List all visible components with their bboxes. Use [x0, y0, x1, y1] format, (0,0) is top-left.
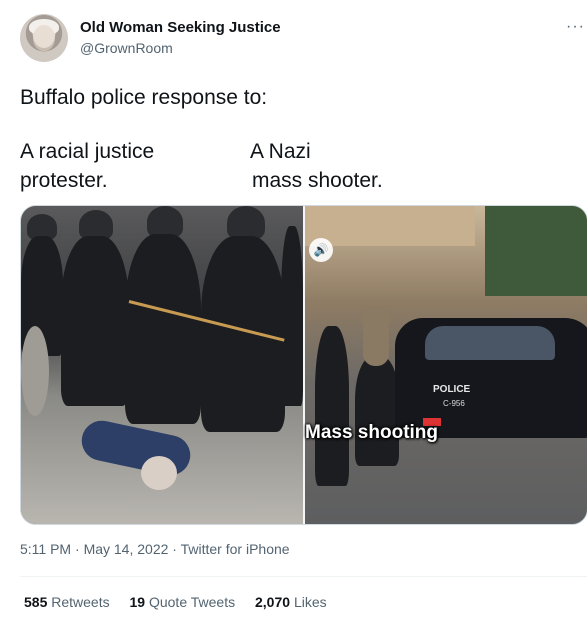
shooter-photo[interactable]: POLICE C-956 🔊 Mass shooting	[305, 206, 587, 524]
tweet-date[interactable]: May 14, 2022	[84, 541, 169, 557]
retweets-count: 585	[24, 594, 48, 610]
author-name[interactable]: Old Woman Seeking Justice	[80, 19, 281, 36]
officer-shape	[281, 226, 303, 406]
officer-shape	[125, 234, 201, 424]
protester-photo[interactable]	[21, 206, 303, 524]
head-shape	[141, 456, 177, 490]
officer-shape	[201, 236, 285, 432]
likes-count: 2,070	[255, 594, 291, 610]
suspect-shape	[363, 306, 389, 366]
avatar-face	[33, 25, 55, 51]
avatar[interactable]	[20, 14, 68, 62]
retweets-label: Retweets	[51, 594, 110, 610]
building-shape	[305, 206, 475, 246]
officer-shape	[61, 236, 129, 406]
police-car-text: POLICE	[433, 384, 471, 395]
meta-separator: ·	[75, 541, 84, 557]
speaker-icon[interactable]: 🔊	[309, 238, 333, 262]
tweet-media[interactable]: POLICE C-956 🔊 Mass shooting	[20, 205, 587, 525]
quote-tweets-label: Quote Tweets	[148, 594, 236, 610]
officer-shape	[315, 326, 349, 486]
divider	[20, 576, 587, 577]
officer-shape	[355, 356, 399, 466]
tweet-text-line: Buffalo police response to:	[20, 86, 268, 109]
tweet-source[interactable]: Twitter for iPhone	[181, 541, 290, 557]
helmet-shape	[227, 206, 265, 240]
pillar-shape	[21, 326, 49, 416]
media-caption: Mass shooting	[305, 422, 439, 443]
quote-tweets-count: 19	[129, 594, 146, 610]
police-car-number: C-956	[443, 399, 465, 408]
tweet-time[interactable]: 5:11 PM	[20, 541, 71, 557]
likes-label: Likes	[293, 594, 327, 610]
tweet-right-label-2: mass shooter.	[252, 169, 383, 192]
more-dots-icon[interactable]: ···	[566, 18, 585, 36]
author-handle[interactable]: @GrownRoom	[80, 40, 173, 56]
tree-shape	[485, 206, 587, 296]
car-window	[425, 326, 555, 360]
tweet-left-label-1: A racial justice	[20, 140, 155, 163]
meta-separator: ·	[172, 541, 181, 557]
tweet-stats: 585 Retweets 19 Quote Tweets 2,070 Likes	[24, 594, 343, 610]
quote-tweets-stat[interactable]: 19 Quote Tweets	[130, 594, 236, 610]
tweet-right-label-1: A Nazi	[250, 140, 311, 163]
police-car-shape	[395, 318, 587, 438]
retweets-stat[interactable]: 585 Retweets	[24, 594, 110, 610]
tweet-left-label-2: protester.	[20, 169, 108, 192]
likes-stat[interactable]: 2,070 Likes	[255, 594, 327, 610]
tweet-meta: 5:11 PM · May 14, 2022 · Twitter for iPh…	[20, 541, 290, 557]
